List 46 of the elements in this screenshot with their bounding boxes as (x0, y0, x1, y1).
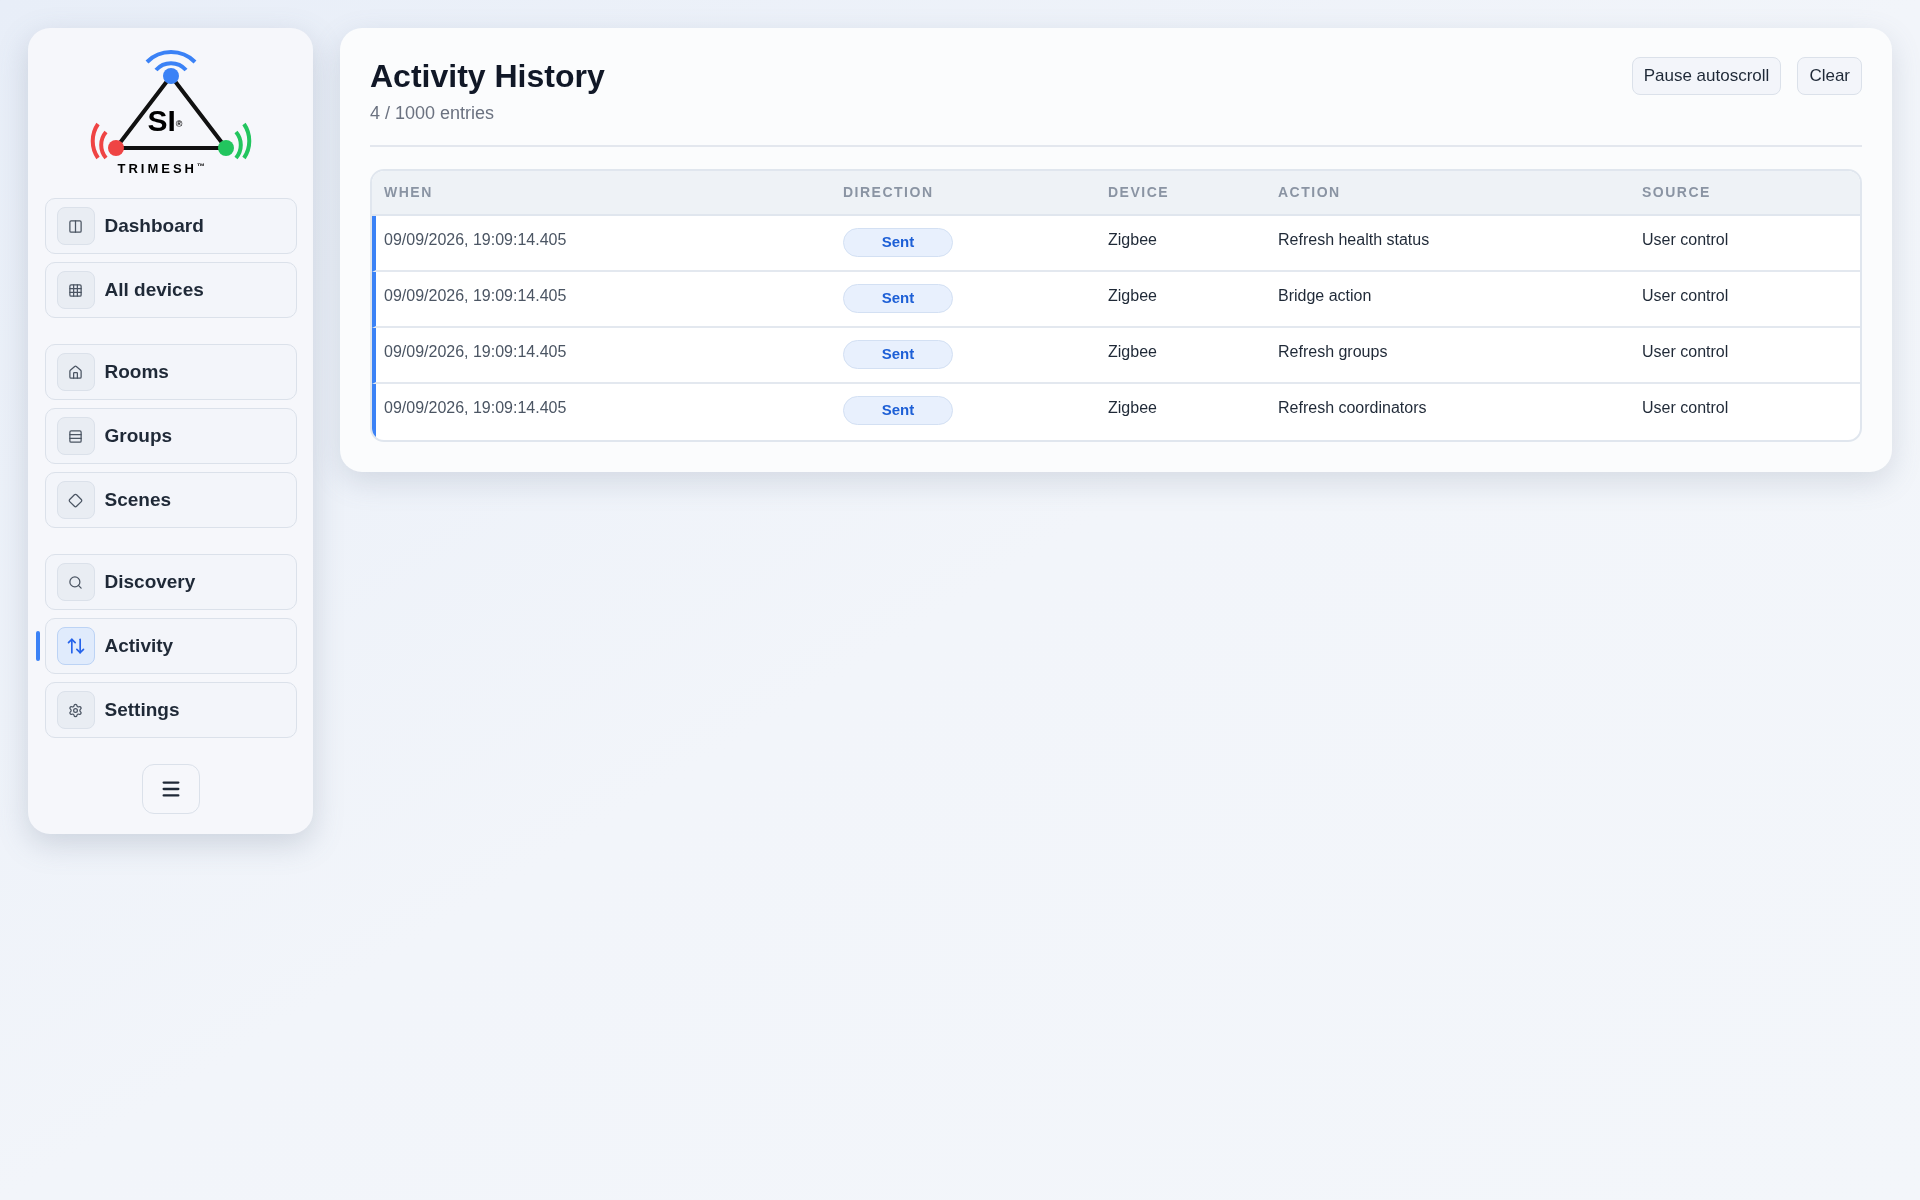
page-title: Activity History (370, 57, 605, 96)
table-cell-text: Zigbee (1108, 342, 1158, 362)
nav-item[interactable]: Scenes (44, 472, 297, 528)
column-header: DIRECTION (843, 183, 935, 202)
settings-icon (56, 691, 95, 729)
table-cell-text: 09/09/2026, 19:09:14.405 (384, 230, 568, 250)
table-cell-text: User control (1642, 230, 1730, 250)
table-cell-text: Bridge action (1278, 286, 1373, 306)
table-cell-text: Refresh health status (1278, 230, 1431, 250)
table-cell-text: Zigbee (1108, 230, 1158, 250)
nav-item[interactable]: Activity (44, 618, 297, 674)
bars-icon (56, 417, 95, 455)
table-cell-text: User control (1642, 398, 1730, 418)
table-cell-text: 09/09/2026, 19:09:14.405 (384, 398, 568, 418)
direction-badge: Sent (843, 284, 953, 313)
grid-icon (56, 271, 95, 309)
entry-count: 4 / 1000 entries (370, 102, 496, 125)
column-header: WHEN (384, 183, 434, 202)
nav-item[interactable]: Dashboard (44, 198, 297, 254)
column-header: DEVICE (1108, 183, 1171, 202)
search-icon (56, 563, 95, 601)
direction-badge: Sent (843, 396, 953, 425)
table-cell-text: Zigbee (1108, 286, 1158, 306)
nav-item[interactable]: Groups (44, 408, 297, 464)
table-cell-text: User control (1642, 342, 1730, 362)
menu-button[interactable] (141, 764, 200, 814)
logo-wordmark: TRIMESH$^{™}$ (117, 162, 205, 175)
toolbar-button[interactable]: Pause autoscroll (1631, 57, 1782, 95)
table-cell-text: 09/09/2026, 19:09:14.405 (384, 342, 568, 362)
nav-item[interactable]: All devices (44, 262, 297, 318)
house-icon (56, 353, 95, 391)
column-header: SOURCE (1642, 183, 1712, 202)
table-cell-text: Refresh coordinators (1278, 398, 1428, 418)
nav-item[interactable]: Discovery (44, 554, 297, 610)
direction-badge: Sent (843, 228, 953, 257)
nav-item[interactable]: Settings (44, 682, 297, 738)
nav-item[interactable]: Rooms (44, 344, 297, 400)
table-cell-text: Refresh groups (1278, 342, 1389, 362)
table-cell-text: User control (1642, 286, 1730, 306)
table-cell-text: 09/09/2026, 19:09:14.405 (384, 286, 568, 306)
logo-mark: SI$^{®}$ (147, 106, 183, 136)
table-cell-text: Zigbee (1108, 398, 1158, 418)
toolbar-button[interactable]: Clear (1797, 57, 1862, 95)
columns-icon (56, 207, 95, 245)
direction-badge: Sent (843, 340, 953, 369)
column-header: ACTION (1278, 183, 1342, 202)
